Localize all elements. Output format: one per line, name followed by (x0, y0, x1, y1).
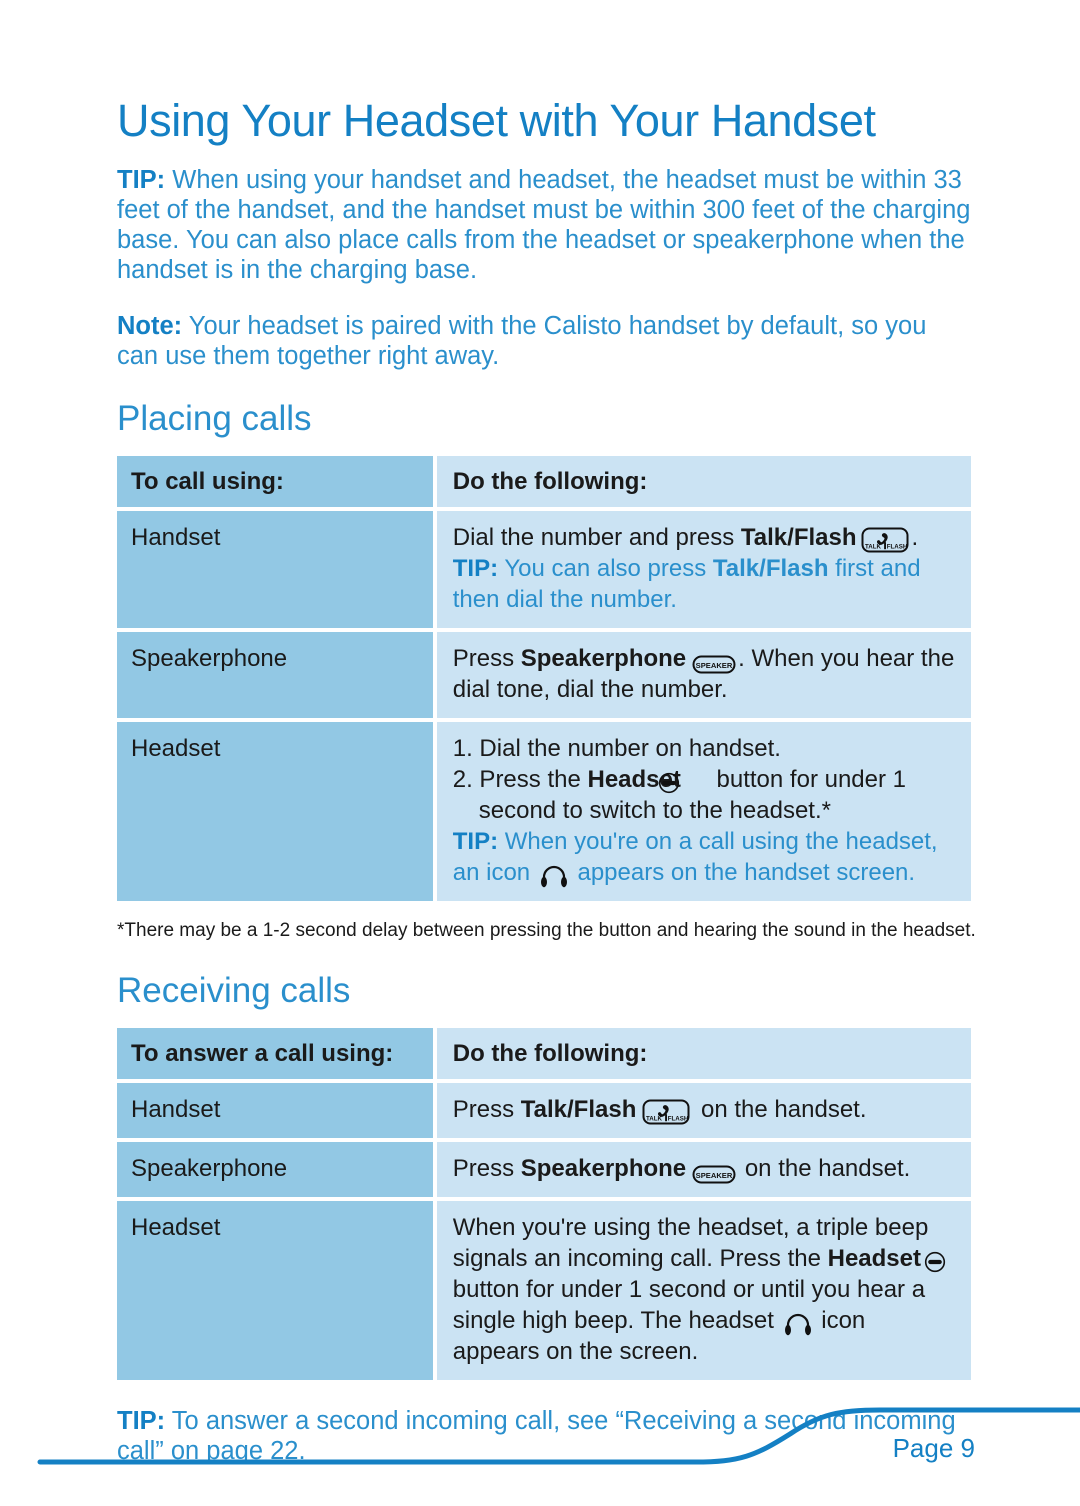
headset-button-icon (924, 1250, 946, 1273)
row-label-headset: Headset (117, 1201, 433, 1380)
intro-tip-paragraph: TIP: When using your handset and headset… (117, 165, 972, 285)
table-header-row: To answer a call using: Do the following… (117, 1028, 971, 1079)
placing-calls-footnote: *There may be a 1-2 second delay between… (117, 920, 976, 941)
headset-tip-post: appears on the handset screen. (570, 859, 916, 886)
headset-step-2-pre: 2. Press the (452, 766, 588, 793)
row-content-headset: When you're using the headset, a triple … (436, 1201, 971, 1380)
handset-instruction-bold: Talk/Flash (740, 524, 857, 551)
table-row: Handset Dial the number and press Talk/F… (117, 511, 971, 628)
row-content-speakerphone: Press Speakerphone SPEAKER. When you hear… (436, 632, 971, 718)
row-label-speakerphone: Speakerphone (117, 632, 433, 718)
row-label-speakerphone: Speakerphone (117, 1142, 433, 1197)
handset-instruction-pre: Dial the number and press (452, 524, 741, 551)
talk-flash-button-icon: TALK FLASH (642, 1099, 690, 1125)
headset-step-2: 2. Press the Headset button for under 1 … (453, 764, 957, 826)
intro-tip-label: TIP: (117, 166, 166, 194)
handset-tip-bold: Talk/Flash (712, 555, 829, 582)
document-page: Using Your Headset with Your Handset TIP… (0, 0, 1080, 1506)
column-header-do-the-following: Do the following: (436, 456, 971, 507)
receiving-calls-heading: Receiving calls (117, 971, 351, 1010)
column-header-do-the-following: Do the following: (436, 1028, 971, 1079)
row-content-speakerphone: Press Speakerphone SPEAKER on the handset… (436, 1142, 971, 1197)
svg-text:SPEAKER: SPEAKER (696, 661, 733, 670)
handset-instruction: Dial the number and press Talk/Flash TALK… (453, 522, 957, 553)
placing-calls-heading: Placing calls (117, 399, 312, 438)
table-row: Headset 1. Dial the number on handset. 2… (117, 722, 971, 901)
headset-tip: TIP: When you're on a call using the hea… (453, 826, 957, 888)
svg-text:TALK: TALK (864, 543, 881, 550)
row-label-handset: Handset (117, 511, 433, 628)
receiving-calls-table: To answer a call using: Do the following… (113, 1024, 975, 1384)
speakerphone-answer-post: on the handset. (738, 1155, 911, 1182)
intro-note-paragraph: Note: Your headset is paired with the Ca… (117, 311, 972, 371)
row-content-headset: 1. Dial the number on handset. 2. Press … (436, 722, 971, 901)
headset-answer-bold: Headset (827, 1245, 921, 1272)
page-number: Page 9 (892, 1433, 975, 1463)
handset-tip-label: TIP: (452, 555, 499, 582)
talk-flash-button-icon: TALK FLASH (861, 527, 909, 553)
page-content: Using Your Headset with Your Handset TIP… (117, 0, 979, 1466)
headphone-icon (784, 1312, 812, 1336)
row-label-headset: Headset (117, 722, 433, 901)
headset-tip-label: TIP: (452, 828, 499, 855)
handset-answer-pre: Press (452, 1096, 521, 1123)
headphone-icon (540, 864, 568, 888)
intro-note-label: Note: (117, 312, 183, 340)
row-label-handset: Handset (117, 1083, 433, 1138)
handset-tip-pre: You can also press (498, 555, 713, 582)
speaker-button-icon: SPEAKER (692, 1161, 736, 1184)
svg-text:FLASH: FLASH (668, 1115, 689, 1122)
speaker-button-icon: SPEAKER (692, 651, 736, 674)
row-content-handset: Dial the number and press Talk/Flash TALK… (436, 511, 971, 628)
svg-text:FLASH: FLASH (886, 543, 907, 550)
speakerphone-instruction-pre: Press (452, 645, 521, 672)
handset-answer-post: on the handset. (694, 1096, 867, 1123)
handset-answer-bold: Talk/Flash (520, 1096, 637, 1123)
headset-button-icon (658, 771, 706, 794)
handset-instruction-post: . (911, 524, 919, 551)
row-content-handset: Press Talk/Flash TALK FLASH on the handset… (436, 1083, 971, 1138)
column-header-to-answer-using: To answer a call using: (117, 1028, 433, 1079)
intro-tip-text: When using your handset and headset, the… (117, 166, 971, 284)
speakerphone-answer-bold: Speakerphone (520, 1155, 687, 1182)
svg-text:SPEAKER: SPEAKER (696, 1171, 733, 1180)
table-row: Speakerphone Press Speakerphone SPEAKER o… (117, 1142, 971, 1197)
page-title: Using Your Headset with Your Handset (117, 95, 876, 146)
placing-calls-table: To call using: Do the following: Handset… (113, 452, 975, 905)
svg-text:TALK: TALK (646, 1115, 663, 1122)
speakerphone-answer-pre: Press (452, 1155, 521, 1182)
table-row: Headset When you're using the headset, a… (117, 1201, 971, 1380)
table-header-row: To call using: Do the following: (117, 456, 971, 507)
speakerphone-instruction-bold: Speakerphone (520, 645, 687, 672)
handset-tip: TIP: You can also press Talk/Flash first… (453, 553, 957, 615)
table-row: Speakerphone Press Speakerphone SPEAKER. … (117, 632, 971, 718)
headset-step-1: 1. Dial the number on handset. (452, 735, 781, 762)
table-row: Handset Press Talk/Flash TALK FLASH on the… (117, 1083, 971, 1138)
column-header-to-call-using: To call using: (117, 456, 433, 507)
intro-note-text: Your headset is paired with the Calisto … (117, 312, 927, 370)
